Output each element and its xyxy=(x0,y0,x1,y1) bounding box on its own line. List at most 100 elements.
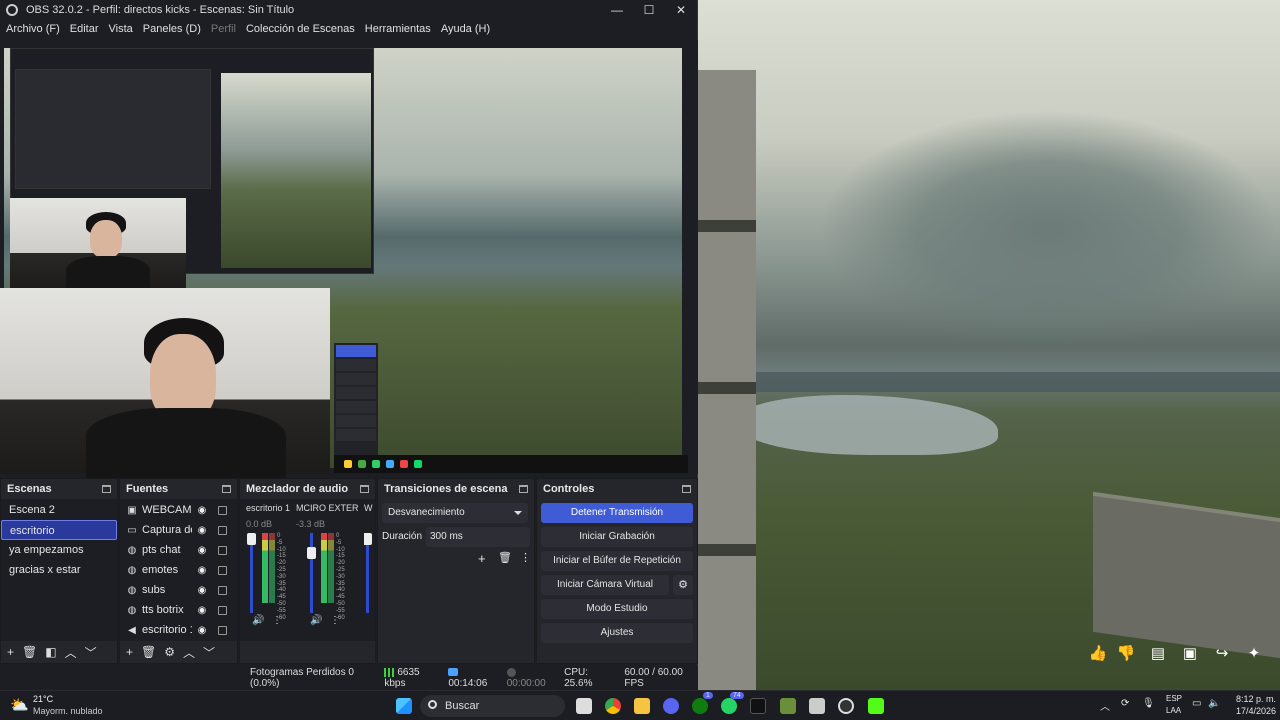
weather-temp[interactable]: 21°C xyxy=(33,694,53,704)
volume-icon[interactable]: 🔈 xyxy=(1208,698,1220,709)
preview-canvas[interactable] xyxy=(0,48,688,478)
undock-icon[interactable] xyxy=(102,485,111,493)
sparkle-icon[interactable]: ✦ xyxy=(1244,644,1264,664)
title-bar[interactable]: OBS 32.0.2 - Perfil: directos kicks - Es… xyxy=(0,0,697,20)
menu-ayuda[interactable]: Ayuda (H) xyxy=(441,23,490,35)
visibility-eye-icon[interactable]: ◉ xyxy=(196,585,208,596)
settings-button[interactable]: Ajustes xyxy=(541,623,693,643)
calculator-icon[interactable] xyxy=(809,698,825,714)
stop-stream-button[interactable]: Detener Transmisión xyxy=(541,503,693,523)
mute-speaker-icon[interactable]: 🔊 xyxy=(310,615,322,626)
transition-select[interactable]: Desvanecimiento xyxy=(382,503,528,523)
thumbs-down-icon[interactable]: 👎 xyxy=(1116,644,1136,664)
weather-cloud-icon[interactable]: ⛅ xyxy=(10,696,29,714)
scene-item[interactable]: gracias x estar xyxy=(1,560,117,580)
visibility-eye-icon[interactable]: ◉ xyxy=(196,605,208,616)
move-up-button[interactable]: ︿ xyxy=(183,644,195,661)
start-recording-button[interactable]: Iniciar Grabación xyxy=(541,527,693,547)
share-icon[interactable]: ↪ xyxy=(1212,644,1232,664)
start-replay-buffer-button[interactable]: Iniciar el Búfer de Repetición xyxy=(541,551,693,571)
volume-fader[interactable] xyxy=(307,533,316,613)
file-explorer-icon[interactable] xyxy=(634,698,650,714)
duration-input[interactable]: 300 ms xyxy=(426,527,530,547)
add-transition-button[interactable]: + xyxy=(478,551,486,566)
comment-icon[interactable]: ▤ xyxy=(1148,644,1168,664)
mute-speaker-icon[interactable]: 🔊 xyxy=(252,615,264,626)
weather-desc[interactable]: Mayorm. nublado xyxy=(33,706,103,716)
visibility-eye-icon[interactable]: ◉ xyxy=(196,525,208,536)
undock-icon[interactable] xyxy=(360,485,369,493)
menu-archivo[interactable]: Archivo (F) xyxy=(6,23,60,35)
volume-fader[interactable] xyxy=(364,533,372,613)
obs-taskbar-icon[interactable] xyxy=(838,698,854,714)
lock-icon[interactable] xyxy=(218,605,227,615)
sync-icon[interactable]: ⟳ xyxy=(1121,698,1129,709)
minecraft-icon[interactable] xyxy=(780,698,796,714)
add-source-button[interactable]: + xyxy=(126,645,133,659)
search-box[interactable]: Buscar xyxy=(420,695,565,717)
channel-menu-icon[interactable]: ⋮ xyxy=(330,615,340,626)
visibility-eye-icon[interactable]: ◉ xyxy=(196,625,208,636)
visibility-eye-icon[interactable]: ◉ xyxy=(196,545,208,556)
channel-menu-icon[interactable]: ⋮ xyxy=(272,615,282,626)
preview-area[interactable] xyxy=(0,40,698,478)
source-item[interactable]: ◍ emotes ◉ xyxy=(120,560,237,580)
source-item[interactable]: ▭Captura de v◉ xyxy=(120,520,237,540)
language-top[interactable]: ESP xyxy=(1166,694,1182,703)
source-item[interactable]: ◀ escritorio 1 ◉ xyxy=(120,620,237,640)
start-virtual-camera-button[interactable]: Iniciar Cámara Virtual xyxy=(541,575,669,595)
add-scene-button[interactable]: + xyxy=(7,645,14,659)
whatsapp-icon[interactable] xyxy=(721,698,737,714)
menu-vista[interactable]: Vista xyxy=(109,23,133,35)
move-up-button[interactable]: ︿ xyxy=(65,644,77,661)
kick-icon[interactable] xyxy=(868,698,884,714)
lock-icon[interactable] xyxy=(218,545,227,555)
source-item[interactable]: ◍ subs ◉ xyxy=(120,580,237,600)
transition-menu-icon[interactable]: ⋮ xyxy=(520,551,531,564)
lock-icon[interactable] xyxy=(218,625,227,635)
undock-icon[interactable] xyxy=(222,485,231,493)
maximize-button[interactable]: ☐ xyxy=(633,3,665,17)
lock-icon[interactable] xyxy=(218,505,227,515)
tiktok-icon[interactable] xyxy=(750,698,766,714)
clock-date[interactable]: 17/4/2026 xyxy=(1228,706,1276,716)
chat-icon[interactable]: ▣ xyxy=(1180,644,1200,664)
scene-item[interactable]: Escena 2 xyxy=(1,500,117,520)
remove-source-button[interactable]: 🗑 xyxy=(141,645,156,659)
remove-scene-button[interactable]: 🗑 xyxy=(22,645,37,659)
lock-icon[interactable] xyxy=(218,525,227,535)
undock-icon[interactable] xyxy=(519,485,528,493)
visibility-eye-icon[interactable]: ◉ xyxy=(196,565,208,576)
clock-time[interactable]: 8:12 p. m. xyxy=(1228,694,1276,704)
remove-transition-button[interactable]: 🗑 xyxy=(498,551,512,564)
chevron-up-icon[interactable]: ︿ xyxy=(1100,698,1110,713)
network-icon[interactable]: ▭ xyxy=(1192,698,1201,709)
visibility-eye-icon[interactable]: ◉ xyxy=(196,505,208,516)
source-item[interactable]: ◍ tts botrix ◉ xyxy=(120,600,237,620)
language-bottom[interactable]: LAA xyxy=(1166,706,1181,715)
task-view-icon[interactable] xyxy=(576,698,592,714)
close-button[interactable]: ✕ xyxy=(665,3,697,17)
windows-start-icon[interactable] xyxy=(396,698,412,714)
menu-coleccion-escenas[interactable]: Colección de Escenas xyxy=(246,23,355,35)
undock-icon[interactable] xyxy=(682,485,691,493)
studio-mode-button[interactable]: Modo Estudio xyxy=(541,599,693,619)
move-down-button[interactable]: ﹀ xyxy=(85,644,97,661)
virtual-camera-settings-icon[interactable]: ⚙ xyxy=(673,575,693,595)
source-item[interactable]: ◍ pts chat ◉ xyxy=(120,540,237,560)
lock-icon[interactable] xyxy=(218,585,227,595)
discord-icon[interactable] xyxy=(663,698,679,714)
scene-item-selected[interactable]: escritorio xyxy=(1,520,117,540)
volume-fader[interactable] xyxy=(247,533,256,613)
xbox-icon[interactable] xyxy=(692,698,708,714)
chrome-icon[interactable] xyxy=(605,698,621,714)
source-item[interactable]: ▣ WEBCAM ◉ xyxy=(120,500,237,520)
lock-icon[interactable] xyxy=(218,565,227,575)
move-down-button[interactable]: ﹀ xyxy=(203,644,215,661)
thumbs-up-icon[interactable]: 👍 xyxy=(1088,644,1108,664)
scene-item[interactable]: ya empezamos xyxy=(1,540,117,560)
menu-editar[interactable]: Editar xyxy=(70,23,99,35)
filters-button[interactable]: ◧ xyxy=(45,645,56,659)
menu-herramientas[interactable]: Herramientas xyxy=(365,23,431,35)
microphone-icon[interactable]: 🎙 xyxy=(1142,698,1155,709)
